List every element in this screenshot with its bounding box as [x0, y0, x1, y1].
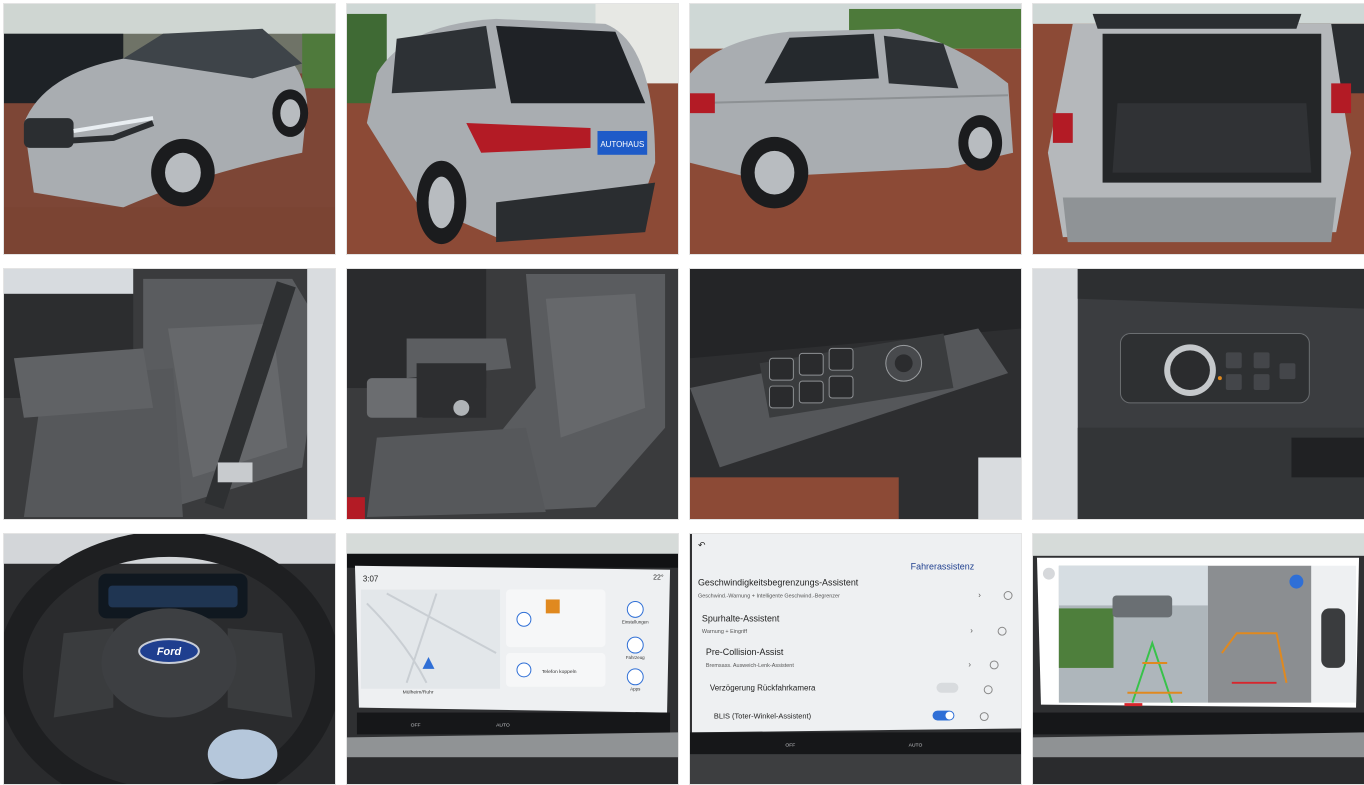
- side-settings-label[interactable]: Einstellungen: [622, 619, 649, 624]
- climate-auto-label[interactable]: AUTO: [496, 722, 510, 728]
- trunk-image: [1033, 4, 1364, 254]
- rear-seats-image: [4, 269, 335, 519]
- climate-off-label[interactable]: OFF: [411, 722, 421, 728]
- photo-exterior-side[interactable]: [689, 3, 1022, 255]
- assist-item-label: BLIS (Toter-Winkel-Assistent): [714, 712, 812, 721]
- screen-time: 3:07: [363, 575, 379, 584]
- screen-temperature: 22°: [653, 574, 664, 582]
- assist-item-label: Geschwindigkeitsbegrenzungs-Assistent: [698, 578, 859, 588]
- map-address: Mülheim/Ruhr: [403, 690, 434, 696]
- climate-auto-label[interactable]: AUTO: [909, 742, 923, 748]
- chevron-right-icon: ›: [978, 590, 981, 599]
- photo-rear-seats[interactable]: [3, 268, 336, 520]
- phone-pair-label[interactable]: Telefon koppeln: [542, 669, 577, 675]
- infotainment-map-image: 3:07 22° Mülheim/Ruhr Einstellungen Fahr…: [347, 534, 678, 784]
- assist-item-label: Pre-Collision-Assist: [706, 647, 784, 657]
- assist-item-sub: Warnung + Eingriff: [702, 629, 748, 635]
- driver-assist-image: ↶ Fahrerassistenz Geschwindigkeitsbegren…: [690, 534, 1021, 784]
- photo-rear-camera[interactable]: [1032, 533, 1364, 785]
- photo-front-seats[interactable]: [346, 268, 679, 520]
- license-plate-text: AUTOHAUS: [600, 140, 644, 149]
- photo-driver-assist[interactable]: ↶ Fahrerassistenz Geschwindigkeitsbegren…: [689, 533, 1022, 785]
- back-arrow-icon[interactable]: ↶: [698, 540, 706, 550]
- photo-gallery: AUTOHAUS Ford 3:07 22° Mülheim/Ruhr Eins…: [0, 0, 1364, 785]
- photo-exterior-rear[interactable]: AUTOHAUS: [346, 3, 679, 255]
- assist-item-label: Verzögerung Rückfahrkamera: [710, 684, 816, 693]
- photo-steering-wheel[interactable]: Ford: [3, 533, 336, 785]
- side-apps-label[interactable]: Apps: [630, 687, 641, 692]
- assist-title: Fahrerassistenz: [911, 562, 975, 572]
- front-seats-image: [347, 269, 678, 519]
- climate-off-label[interactable]: OFF: [785, 742, 795, 748]
- exterior-side-image: [690, 4, 1021, 254]
- photo-exterior-front[interactable]: [3, 3, 336, 255]
- photo-window-switches[interactable]: [689, 268, 1022, 520]
- photo-infotainment-map[interactable]: 3:07 22° Mülheim/Ruhr Einstellungen Fahr…: [346, 533, 679, 785]
- photo-trunk[interactable]: [1032, 3, 1364, 255]
- toggle-off[interactable]: [936, 682, 959, 693]
- ford-logo-text: Ford: [157, 646, 182, 658]
- assist-item-sub: Bremsass. Ausweich-Lenk-Assistent: [706, 663, 794, 669]
- rear-camera-image: [1033, 534, 1364, 784]
- window-switches-image: [690, 269, 1021, 519]
- steering-wheel-image: Ford: [4, 534, 335, 784]
- side-vehicle-label[interactable]: Fahrzeug: [626, 655, 645, 660]
- chevron-right-icon: ›: [968, 660, 971, 669]
- assist-item-label: Spurhalte-Assistent: [702, 613, 780, 623]
- exterior-front-image: [4, 4, 335, 254]
- exterior-rear-image: AUTOHAUS: [347, 4, 678, 254]
- assist-item-sub: Geschwind.-Warnung + Intelligente Geschw…: [698, 593, 840, 599]
- chevron-right-icon: ›: [970, 626, 973, 635]
- photo-light-switch[interactable]: [1032, 268, 1364, 520]
- light-switch-image: [1033, 269, 1364, 519]
